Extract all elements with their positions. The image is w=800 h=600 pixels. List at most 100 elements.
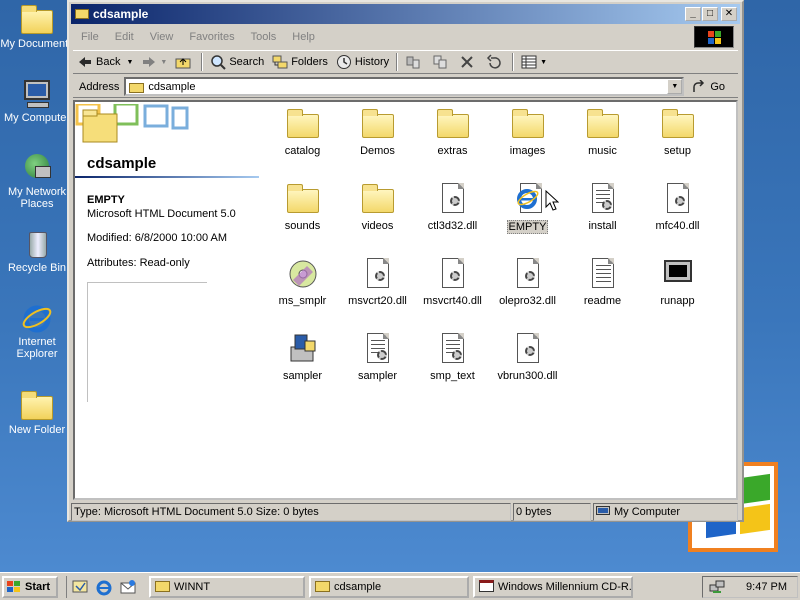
desktop-icon-label: My Network Places <box>7 186 67 210</box>
application-window-icon <box>479 580 495 593</box>
show-desktop-icon[interactable] <box>71 578 89 596</box>
folder-icon <box>129 81 145 93</box>
menu-favorites[interactable]: Favorites <box>181 31 242 43</box>
folder-content-area: cdsample EMPTY Microsoft HTML Document 5… <box>73 100 738 500</box>
list-item[interactable]: smp_text <box>415 329 490 382</box>
list-item[interactable]: install <box>565 179 640 232</box>
title-bar[interactable]: cdsample _ □ ✕ <box>71 4 740 24</box>
list-item[interactable]: runapp <box>640 254 715 307</box>
close-button[interactable]: ✕ <box>721 7 737 21</box>
list-item[interactable]: readme <box>565 254 640 307</box>
folder-icon <box>21 4 53 36</box>
desktop-icon-my-documents[interactable]: My Documents <box>0 4 74 50</box>
desktop-icon-internet-explorer[interactable]: Internet Explorer <box>0 302 74 360</box>
go-arrow-icon <box>692 78 708 94</box>
desktop-icon-new-folder[interactable]: New Folder <box>0 390 74 436</box>
list-item[interactable]: olepro32.dll <box>490 254 565 307</box>
folders-button[interactable]: Folders <box>268 51 332 73</box>
back-arrow-icon <box>77 54 93 70</box>
dll-file-icon <box>437 258 469 290</box>
toolbar-separator <box>512 53 515 71</box>
move-to-button[interactable] <box>401 51 428 73</box>
menu-help[interactable]: Help <box>284 31 323 43</box>
desktop-icon-recycle-bin[interactable]: Recycle Bin <box>0 228 74 274</box>
status-info: Type: Microsoft HTML Document 5.0 Size: … <box>71 503 511 521</box>
desktop-icon-label: My Computer <box>3 112 71 124</box>
search-button[interactable]: Search <box>206 51 268 73</box>
start-button[interactable]: Start <box>2 575 58 598</box>
folder-title: cdsample <box>87 155 157 172</box>
history-button[interactable]: History <box>332 51 393 73</box>
list-item[interactable]: videos <box>340 179 415 232</box>
list-item[interactable]: mfc40.dll <box>640 179 715 232</box>
task-winnt[interactable]: WINNT <box>149 575 305 598</box>
folder-icon <box>75 7 89 19</box>
setup-text-icon <box>362 333 394 365</box>
list-item[interactable]: extras <box>415 104 490 157</box>
undo-icon <box>486 54 502 70</box>
list-item[interactable]: msvcrt40.dll <box>415 254 490 307</box>
copy-to-button[interactable] <box>428 51 455 73</box>
list-item[interactable]: images <box>490 104 565 157</box>
list-item[interactable]: Demos <box>340 104 415 157</box>
folder-icon <box>155 580 171 593</box>
windows-flag-icon <box>6 580 22 594</box>
address-input[interactable]: cdsample ▼ <box>124 77 685 96</box>
title-underline <box>75 176 259 178</box>
network-tray-icon[interactable] <box>709 579 725 595</box>
web-view-info-pane: cdsample EMPTY Microsoft HTML Document 5… <box>75 102 263 498</box>
forward-dropdown-icon[interactable]: ▼ <box>160 59 167 66</box>
task-windows-millennium-cd[interactable]: Windows Millennium CD-R... <box>473 575 633 598</box>
folder-icon <box>361 108 394 140</box>
menu-edit[interactable]: Edit <box>107 31 142 43</box>
up-folder-icon <box>175 54 191 70</box>
delete-button[interactable] <box>455 51 482 73</box>
folder-icon <box>21 390 53 422</box>
ie-icon[interactable] <box>95 578 113 596</box>
maximize-button[interactable]: □ <box>702 7 718 21</box>
list-item[interactable]: music <box>565 104 640 157</box>
selected-item-type: Microsoft HTML Document 5.0 <box>87 208 236 220</box>
back-dropdown-icon[interactable]: ▼ <box>126 59 133 66</box>
dll-file-icon <box>512 333 544 365</box>
explorer-window: cdsample _ □ ✕ File Edit View Favorites … <box>67 0 744 522</box>
back-button[interactable]: Back ▼ <box>73 51 137 73</box>
list-item[interactable]: ms_smplr <box>265 254 340 307</box>
list-item[interactable]: sampler <box>340 329 415 382</box>
go-button[interactable]: Go <box>692 78 725 94</box>
list-item[interactable]: setup <box>640 104 715 157</box>
search-icon <box>210 54 227 70</box>
address-dropdown-button[interactable]: ▼ <box>667 79 683 94</box>
minimize-button[interactable]: _ <box>685 7 701 21</box>
clock: 9:47 PM <box>746 581 787 593</box>
menu-file[interactable]: File <box>73 31 107 43</box>
views-button[interactable]: ▼ <box>517 51 551 73</box>
task-cdsample[interactable]: cdsample <box>309 575 469 598</box>
monitor-icon <box>662 258 694 290</box>
list-item[interactable]: ctl3d32.dll <box>415 179 490 232</box>
folder-icon <box>286 108 319 140</box>
dll-file-icon <box>662 183 694 215</box>
setup-text-icon <box>437 333 469 365</box>
views-icon <box>521 54 537 70</box>
menu-view[interactable]: View <box>142 31 182 43</box>
list-item[interactable]: catalog <box>265 104 340 157</box>
forward-button[interactable]: ▼ <box>137 51 171 73</box>
undo-button[interactable] <box>482 51 509 73</box>
folder-header-graphic <box>75 102 193 148</box>
list-item[interactable]: sounds <box>265 179 340 232</box>
views-dropdown-icon[interactable]: ▼ <box>540 59 547 66</box>
list-item[interactable]: msvcrt20.dll <box>340 254 415 307</box>
menu-tools[interactable]: Tools <box>243 31 285 43</box>
dll-file-icon <box>512 258 544 290</box>
copy-to-icon <box>432 54 448 70</box>
up-folder-button[interactable] <box>171 51 198 73</box>
desktop-icon-my-computer[interactable]: My Computer <box>0 78 74 124</box>
desktop-icon-label: New Folder <box>8 424 66 436</box>
desktop-icon-my-network-places[interactable]: My Network Places <box>0 152 74 210</box>
outlook-express-icon[interactable] <box>119 578 137 596</box>
standard-toolbar: Back ▼ ▼ Search Folders History ▼ <box>73 50 738 74</box>
list-item[interactable]: sampler <box>265 329 340 382</box>
list-item[interactable]: vbrun300.dll <box>490 329 565 382</box>
system-tray: 9:47 PM <box>702 576 798 598</box>
